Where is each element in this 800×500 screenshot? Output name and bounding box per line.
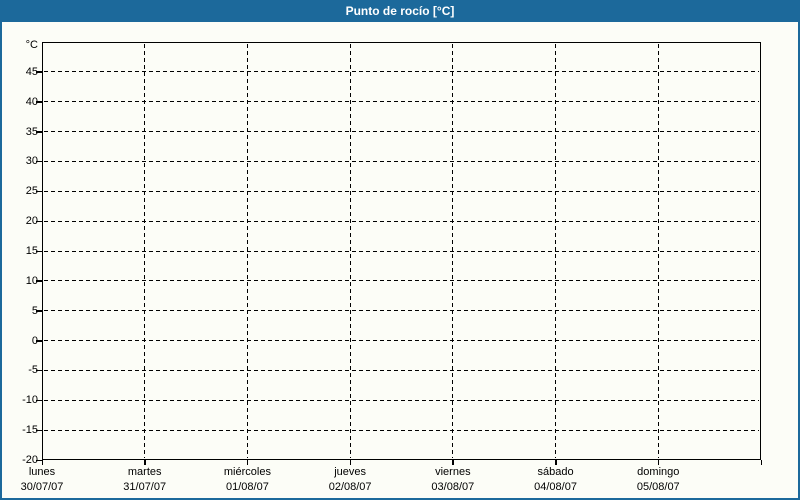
v-gridline	[349, 44, 351, 458]
h-gridline	[44, 399, 759, 401]
y-tick-label: 35	[25, 125, 38, 138]
v-gridline	[144, 44, 146, 458]
h-gridline	[44, 101, 759, 103]
y-tick-label: 40	[25, 95, 38, 108]
x-day-date: 31/07/07	[123, 481, 167, 493]
h-gridline	[44, 340, 759, 342]
title-bar: Punto de rocío [°C]	[0, 0, 800, 22]
x-day-date: 05/08/07	[636, 481, 680, 493]
x-day-name: domingo	[637, 466, 680, 478]
x-tick-mark	[555, 460, 557, 465]
x-day-name: jueves	[334, 466, 367, 478]
h-gridline	[44, 280, 759, 282]
x-tick-mark	[760, 460, 762, 465]
h-gridline	[44, 71, 759, 73]
v-gridline	[657, 44, 659, 458]
h-gridline	[44, 429, 759, 431]
x-day-date: 03/08/07	[431, 481, 475, 493]
x-day-date: 02/08/07	[328, 481, 372, 493]
x-day-name: martes	[127, 466, 162, 478]
h-gridline	[44, 131, 759, 133]
x-day-date: 30/07/07	[20, 481, 64, 493]
x-tick-mark	[452, 460, 454, 465]
v-gridline	[246, 44, 248, 458]
h-gridline	[44, 250, 759, 252]
x-tick-mark	[41, 460, 43, 465]
y-tick-label: 15	[25, 245, 38, 257]
x-day-name: sábado	[537, 466, 574, 478]
x-day-name: lunes	[28, 466, 56, 478]
h-gridline	[44, 190, 759, 192]
y-tick-label: 30	[25, 155, 38, 168]
y-tick-label: -15	[22, 424, 38, 437]
x-tick-mark	[144, 460, 146, 465]
y-tick-label: 25	[25, 185, 38, 198]
y-tick-label: -20	[22, 454, 38, 466]
y-tick-label: 45	[25, 65, 38, 78]
x-day-name: viernes	[435, 466, 471, 478]
y-axis-unit-label: °C	[25, 39, 38, 51]
window-title: Punto de rocío [°C]	[345, 4, 455, 18]
x-tick-mark	[349, 460, 352, 465]
y-tick-label: 5	[31, 304, 38, 317]
v-gridline	[555, 44, 557, 458]
y-tick-label: 0	[31, 334, 38, 347]
h-gridline	[44, 369, 759, 371]
h-gridline	[44, 310, 759, 312]
x-tick-mark	[246, 460, 249, 465]
v-gridline	[452, 44, 454, 458]
h-gridline	[44, 160, 759, 162]
x-day-name: miércoles	[223, 466, 271, 478]
x-day-date: 04/08/07	[534, 481, 577, 493]
y-tick-label: 20	[25, 215, 38, 228]
y-tick-label: 10	[25, 274, 38, 287]
h-gridline	[44, 220, 759, 222]
y-tick-label: -5	[28, 364, 38, 377]
y-tick-label: -10	[22, 394, 38, 407]
x-tick-mark	[657, 460, 660, 465]
chart-window: Punto de rocío [°C] °C 45 40 35 30 25 20 15 10 5…	[0, 0, 800, 500]
x-day-date: 01/08/07	[226, 481, 269, 493]
